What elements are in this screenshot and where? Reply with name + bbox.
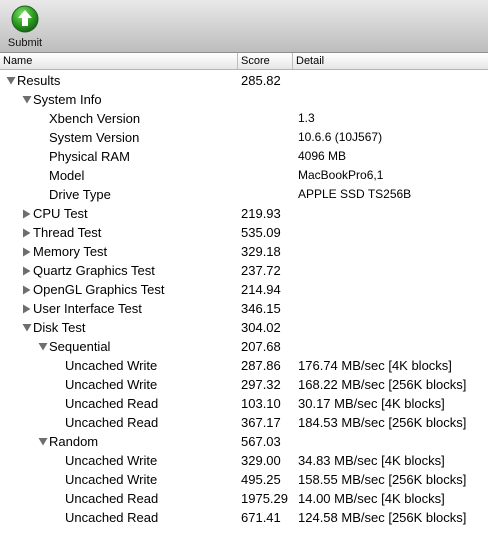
tree-row[interactable]: Uncached Read 1975.29 14.00 MB/sec [4K blo… xyxy=(0,489,488,508)
row-name: System Info xyxy=(33,92,102,107)
row-detail: 158.55 MB/sec [256K blocks] xyxy=(298,472,467,487)
toolbar: Submit xyxy=(0,0,488,53)
row-name: Sequential xyxy=(49,339,111,354)
row-name: Uncached Read xyxy=(65,415,159,430)
row-detail: 30.17 MB/sec [4K blocks] xyxy=(298,396,445,411)
row-score: 367.17 xyxy=(241,415,281,430)
tree-row[interactable]: System Version 10.6.6 (10J567) xyxy=(0,128,488,147)
row-name: Uncached Write xyxy=(65,358,158,373)
row-name: User Interface Test xyxy=(33,301,142,316)
row-detail: 10.6.6 (10J567) xyxy=(298,130,383,144)
row-score: 297.32 xyxy=(241,377,281,392)
disclosure-triangle-closed-icon[interactable] xyxy=(22,242,32,261)
row-score: 567.03 xyxy=(241,434,281,449)
column-header: Name Score Detail xyxy=(0,53,488,70)
tree-row[interactable]: OpenGL Graphics Test 214.94 xyxy=(0,280,488,299)
tree-row[interactable]: Disk Test 304.02 xyxy=(0,318,488,337)
row-name: OpenGL Graphics Test xyxy=(33,282,165,297)
tree-row[interactable]: User Interface Test 346.15 xyxy=(0,299,488,318)
row-name: Uncached Read xyxy=(65,396,159,411)
row-score: 495.25 xyxy=(241,472,281,487)
row-detail: 184.53 MB/sec [256K blocks] xyxy=(298,415,467,430)
submit-button[interactable]: Submit xyxy=(0,2,50,50)
row-name: Memory Test xyxy=(33,244,108,259)
row-score: 219.93 xyxy=(241,206,281,221)
tree-row[interactable]: Uncached Read 103.10 30.17 MB/sec [4K bloc… xyxy=(0,394,488,413)
row-detail: 34.83 MB/sec [4K blocks] xyxy=(298,453,445,468)
column-header-score[interactable]: Score xyxy=(238,53,293,69)
tree-row[interactable]: Memory Test 329.18 xyxy=(0,242,488,261)
disclosure-triangle-open-icon[interactable] xyxy=(6,71,16,90)
column-header-name[interactable]: Name xyxy=(0,53,238,69)
row-score: 285.82 xyxy=(241,73,281,88)
disclosure-triangle-closed-icon[interactable] xyxy=(22,223,32,242)
row-name: System Version xyxy=(49,130,140,145)
tree-row[interactable]: System Info xyxy=(0,90,488,109)
row-name: Xbench Version xyxy=(49,111,141,126)
row-name: Random xyxy=(49,434,99,449)
row-name: Uncached Write xyxy=(65,453,158,468)
disclosure-triangle-closed-icon[interactable] xyxy=(22,299,32,318)
disclosure-triangle-open-icon[interactable] xyxy=(22,90,32,109)
disclosure-triangle-open-icon[interactable] xyxy=(22,318,32,337)
disclosure-triangle-closed-icon[interactable] xyxy=(22,261,32,280)
row-name: Uncached Write xyxy=(65,472,158,487)
row-name: Physical RAM xyxy=(49,149,130,164)
tree-row[interactable]: CPU Test 219.93 xyxy=(0,204,488,223)
column-header-detail[interactable]: Detail xyxy=(293,53,488,69)
disclosure-triangle-open-icon[interactable] xyxy=(38,337,48,356)
row-score: 304.02 xyxy=(241,320,281,335)
tree-row[interactable]: Uncached Write 297.32 168.22 MB/sec [256K … xyxy=(0,375,488,394)
row-score: 671.41 xyxy=(241,510,281,525)
row-detail: 168.22 MB/sec [256K blocks] xyxy=(298,377,467,392)
row-name: Disk Test xyxy=(33,320,86,335)
row-detail: 14.00 MB/sec [4K blocks] xyxy=(298,491,445,506)
disclosure-triangle-closed-icon[interactable] xyxy=(22,280,32,299)
row-detail: 176.74 MB/sec [4K blocks] xyxy=(298,358,452,373)
tree-row[interactable]: Model MacBookPro6,1 xyxy=(0,166,488,185)
tree-row[interactable]: Random 567.03 xyxy=(0,432,488,451)
row-name: Drive Type xyxy=(49,187,111,202)
tree-row[interactable]: Uncached Write 287.86 176.74 MB/sec [4K bl… xyxy=(0,356,488,375)
green-up-arrow-icon xyxy=(11,5,39,33)
row-name: Thread Test xyxy=(33,225,102,240)
row-score: 329.18 xyxy=(241,244,281,259)
tree-row[interactable]: Uncached Write 495.25 158.55 MB/sec [256K … xyxy=(0,470,488,489)
row-name: Quartz Graphics Test xyxy=(33,263,155,278)
disclosure-triangle-closed-icon[interactable] xyxy=(22,204,32,223)
tree-row[interactable]: Sequential 207.68 xyxy=(0,337,488,356)
row-detail: APPLE SSD TS256B xyxy=(298,187,412,201)
row-detail: 1.3 xyxy=(298,111,315,125)
results-tree: Results 285.82 System Info Xbench Version 1.… xyxy=(0,70,488,539)
tree-row[interactable]: Physical RAM 4096 MB xyxy=(0,147,488,166)
row-score: 329.00 xyxy=(241,453,281,468)
tree-row[interactable]: Quartz Graphics Test 237.72 xyxy=(0,261,488,280)
row-detail: 4096 MB xyxy=(298,149,347,163)
tree-row[interactable]: Thread Test 535.09 xyxy=(0,223,488,242)
row-score: 207.68 xyxy=(241,339,281,354)
row-score: 237.72 xyxy=(241,263,281,278)
row-name: CPU Test xyxy=(33,206,88,221)
row-score: 214.94 xyxy=(241,282,281,297)
row-score: 346.15 xyxy=(241,301,281,316)
row-name: Uncached Write xyxy=(65,377,158,392)
tree-row[interactable]: Results 285.82 xyxy=(0,71,488,90)
row-detail: 124.58 MB/sec [256K blocks] xyxy=(298,510,467,525)
submit-label: Submit xyxy=(7,37,43,49)
row-name: Uncached Read xyxy=(65,510,159,525)
row-name: Model xyxy=(49,168,85,183)
row-name: Results xyxy=(17,73,61,88)
row-detail: MacBookPro6,1 xyxy=(298,168,384,182)
tree-row[interactable]: Drive Type APPLE SSD TS256B xyxy=(0,185,488,204)
row-score: 287.86 xyxy=(241,358,281,373)
row-score: 535.09 xyxy=(241,225,281,240)
tree-row[interactable]: Xbench Version 1.3 xyxy=(0,109,488,128)
row-score: 1975.29 xyxy=(241,491,288,506)
row-name: Uncached Read xyxy=(65,491,159,506)
tree-row[interactable]: Uncached Read 367.17 184.53 MB/sec [256K b… xyxy=(0,413,488,432)
tree-row[interactable]: Uncached Write 329.00 34.83 MB/sec [4K blo… xyxy=(0,451,488,470)
row-score: 103.10 xyxy=(241,396,281,411)
disclosure-triangle-open-icon[interactable] xyxy=(38,432,48,451)
tree-row[interactable]: Uncached Read 671.41 124.58 MB/sec [256K b… xyxy=(0,508,488,527)
